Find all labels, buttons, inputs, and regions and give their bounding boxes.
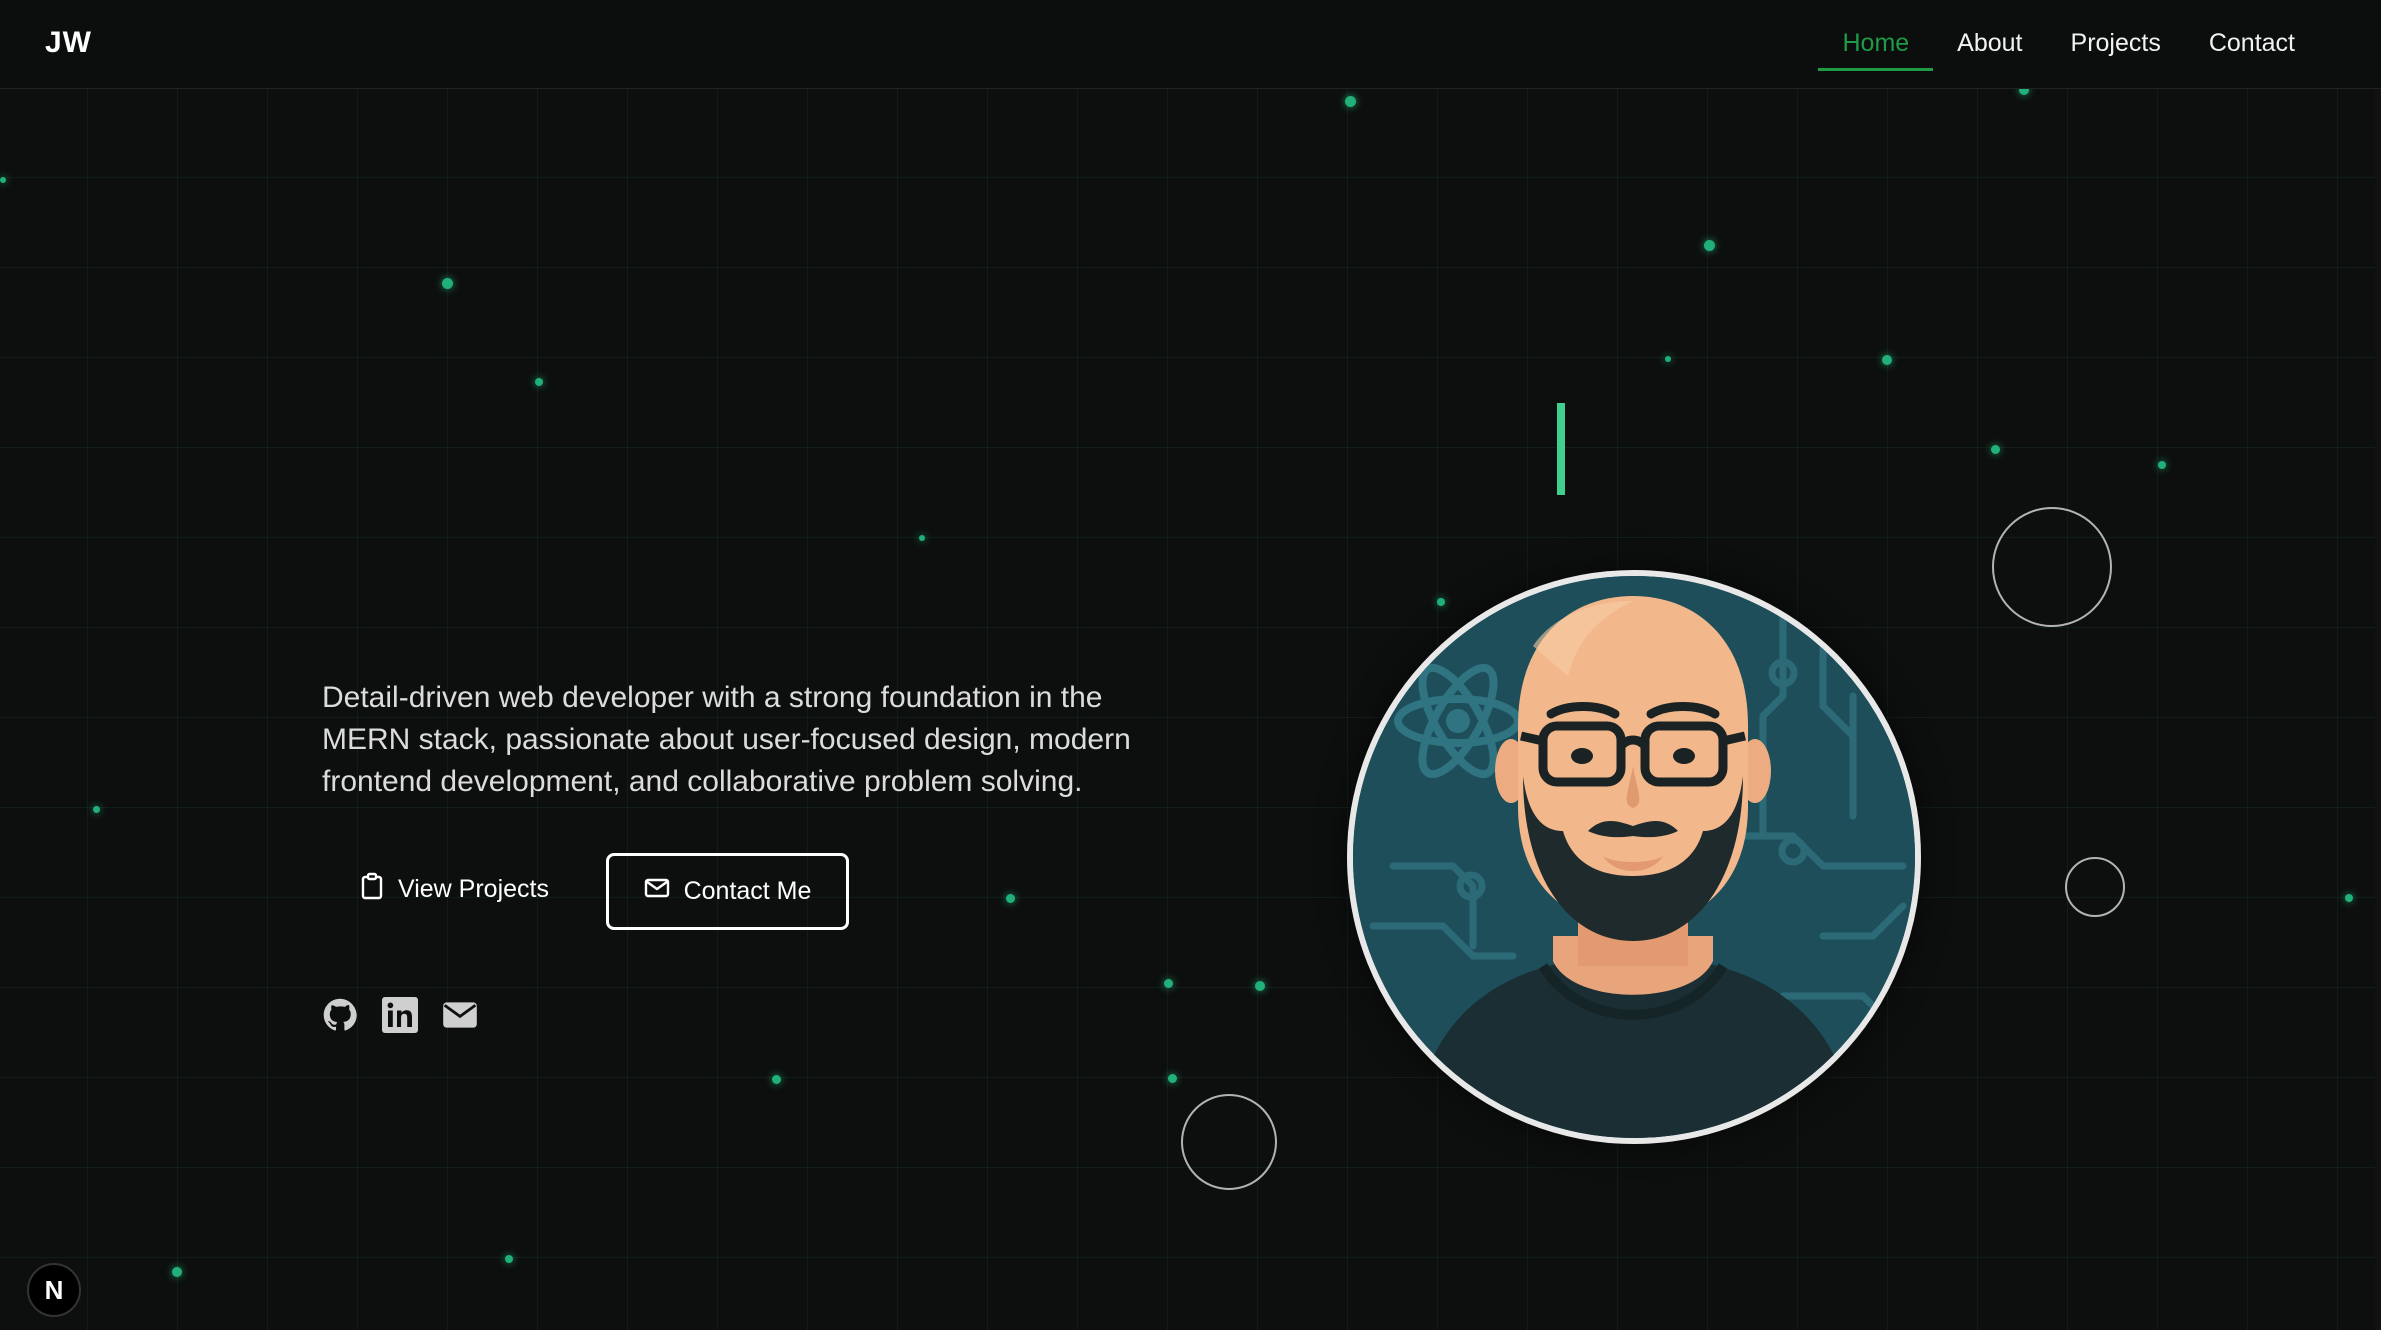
hero-name-title: Jason Wells. xyxy=(0,380,2381,509)
site-logo[interactable]: JW xyxy=(45,26,92,60)
particle-dot xyxy=(1665,356,1671,362)
nextjs-badge-letter: N xyxy=(44,1274,64,1305)
particle-dot xyxy=(505,1255,513,1263)
nextjs-dev-badge[interactable]: N xyxy=(27,1263,81,1317)
particle-dot xyxy=(1345,96,1356,107)
particle-dot xyxy=(2345,894,2353,902)
particle-dot xyxy=(1704,240,1715,251)
clipboard-icon xyxy=(360,872,384,907)
particle-dot xyxy=(1255,981,1265,991)
particle-dot xyxy=(1437,598,1445,606)
particle-dot xyxy=(0,177,6,183)
github-link[interactable] xyxy=(322,998,358,1037)
portfolio-page: JW Home About Projects Contact Jason Wel… xyxy=(0,0,2381,1330)
avatar-illustration xyxy=(1353,576,1915,1138)
social-links xyxy=(322,996,478,1038)
nav-link-home[interactable]: Home xyxy=(1818,0,1933,89)
hero-bio: Detail-driven web developer with a stron… xyxy=(322,681,1131,798)
particle-dot xyxy=(93,806,100,813)
particle-dot xyxy=(919,535,925,541)
view-projects-label: View Projects xyxy=(398,874,549,903)
particle-dot xyxy=(1164,979,1173,988)
particle-dot xyxy=(1168,1074,1177,1083)
mail-icon xyxy=(443,1001,477,1034)
profile-avatar xyxy=(1347,570,1921,1144)
contact-me-label: Contact Me xyxy=(683,877,812,905)
particle-dot xyxy=(772,1075,781,1084)
email-link[interactable] xyxy=(442,999,478,1035)
particle-dot xyxy=(1006,894,1015,903)
view-projects-button[interactable]: View Projects xyxy=(346,856,563,922)
linkedin-link[interactable] xyxy=(382,996,418,1038)
decorative-ring xyxy=(1992,507,2112,627)
nav-link-contact[interactable]: Contact xyxy=(2185,0,2319,89)
linkedin-icon xyxy=(382,996,418,1038)
github-icon xyxy=(323,998,357,1037)
scrollbar-track[interactable] xyxy=(2375,0,2381,1330)
typing-cursor xyxy=(1557,403,1565,495)
nav-link-about[interactable]: About xyxy=(1933,0,2046,89)
nav-links: Home About Projects Contact xyxy=(1818,0,2319,89)
navbar: JW Home About Projects Contact xyxy=(0,0,2381,89)
particle-dot xyxy=(172,1267,182,1277)
particle-dot xyxy=(442,278,453,289)
hero-name-text: Jason Wells. xyxy=(784,382,1597,507)
particle-dot xyxy=(1882,355,1892,365)
contact-me-button[interactable]: Contact Me xyxy=(606,853,849,930)
decorative-ring xyxy=(2065,857,2125,917)
mail-icon xyxy=(644,877,670,906)
decorative-ring xyxy=(1181,1094,1277,1190)
nav-link-projects[interactable]: Projects xyxy=(2047,0,2185,89)
